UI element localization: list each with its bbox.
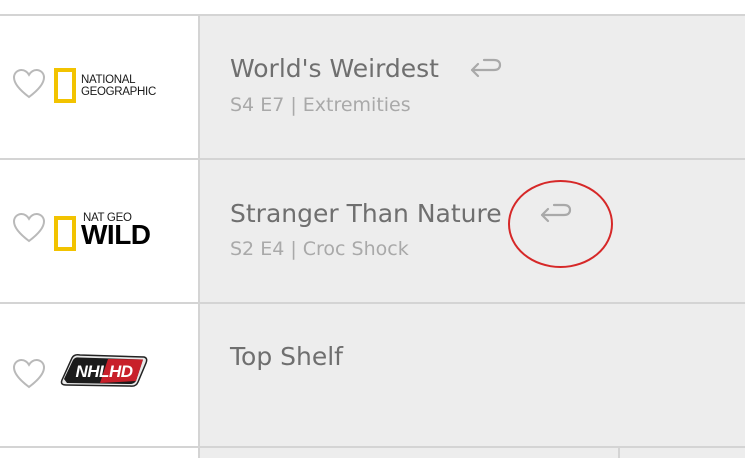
channel-row-nat-geo-wild: NAT GEO WILD — [0, 160, 745, 302]
program-title[interactable]: World's Weirdest — [230, 54, 439, 83]
heart-outline-icon[interactable] — [12, 212, 46, 244]
channel-cell: NAT GEO WILD — [0, 160, 198, 302]
heart-outline-icon[interactable] — [12, 358, 46, 390]
program-cell[interactable] — [200, 160, 745, 302]
channel-cell: National Geographic — [0, 16, 198, 158]
yellow-frame-icon — [54, 68, 76, 103]
annotation-circle — [508, 180, 613, 268]
tv-guide: National Geographic World's Weirdest S4 … — [0, 0, 750, 458]
program-title[interactable]: Top Shelf — [230, 342, 343, 371]
next-program-cell[interactable] — [620, 448, 745, 458]
cell-divider — [198, 448, 200, 458]
heart-outline-icon[interactable] — [12, 68, 46, 100]
nhl-hd-text: NHLHD — [76, 362, 133, 381]
program-title[interactable]: Stranger Than Nature — [230, 199, 502, 228]
program-episode: S2 E4 | Croc Shock — [230, 238, 409, 260]
yellow-frame-icon — [54, 216, 76, 251]
logo-text: National Geographic — [81, 74, 156, 98]
program-episode: S4 E7 | Extremities — [230, 94, 411, 116]
logo-line-2: WILD — [81, 219, 151, 250]
program-cell[interactable] — [200, 16, 745, 158]
replay-arrow-icon[interactable] — [468, 58, 504, 82]
logo-line-2: Geographic — [81, 86, 156, 98]
channel-row-national-geographic: National Geographic — [0, 16, 745, 158]
program-cell[interactable] — [200, 304, 745, 446]
logo-line-1: National — [81, 74, 136, 86]
next-program-cell[interactable] — [200, 448, 618, 458]
nhl-hd-logo: NHLHD — [60, 354, 148, 387]
